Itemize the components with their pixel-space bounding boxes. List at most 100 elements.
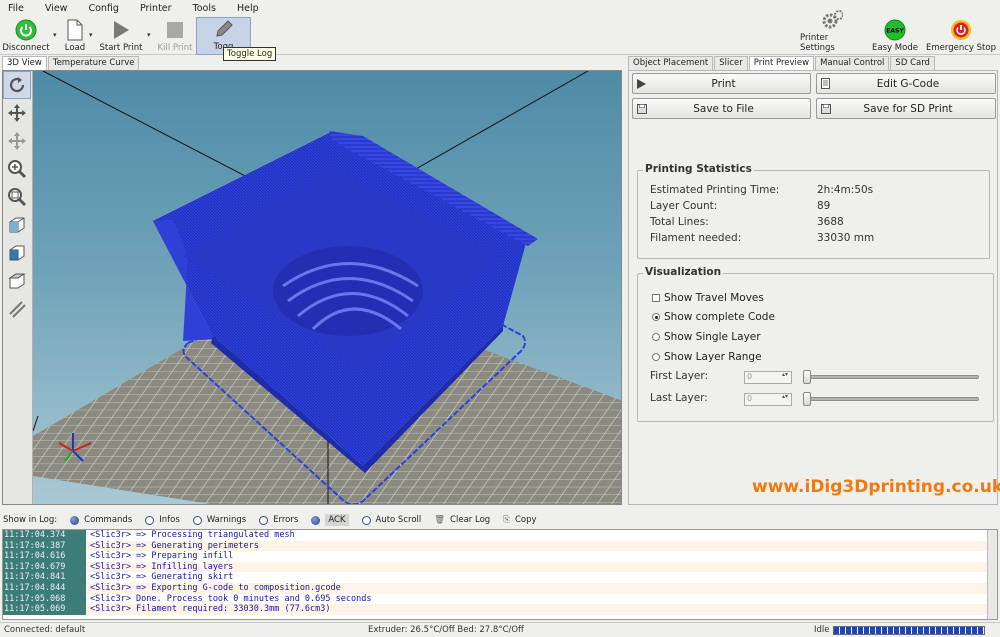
kill-print-button[interactable]: Kill Print bbox=[156, 17, 194, 55]
load-button[interactable]: Load bbox=[62, 17, 88, 55]
connection-status: Connected: default bbox=[4, 625, 86, 635]
move-icon[interactable] bbox=[3, 99, 31, 127]
toggle-off-icon bbox=[259, 515, 269, 525]
log-row: 11:17:04.616 <Slic3r> => Preparing infill bbox=[3, 551, 234, 562]
menu-file[interactable]: File bbox=[4, 3, 28, 14]
tab-slicer[interactable]: Slicer bbox=[714, 56, 748, 70]
easy-mode-icon: EASY bbox=[884, 19, 906, 41]
print-preview-scene bbox=[33, 71, 621, 504]
play-icon bbox=[637, 78, 651, 89]
toggle-off-icon bbox=[192, 515, 202, 525]
show-single-layer-radio[interactable]: Show Single Layer bbox=[652, 331, 761, 343]
clear-log-button[interactable]: 🗑 Clear Log bbox=[434, 515, 490, 525]
easy-mode-button[interactable]: EASY Easy Mode bbox=[869, 17, 921, 55]
tab-sd-card[interactable]: SD Card bbox=[890, 56, 935, 70]
slider-thumb[interactable] bbox=[803, 370, 811, 384]
idle-status: Idle bbox=[814, 625, 830, 635]
zoom-fit-icon[interactable] bbox=[3, 183, 31, 211]
edit-gcode-button[interactable]: Edit G-Code bbox=[816, 73, 996, 94]
menu-tools[interactable]: Tools bbox=[189, 3, 220, 14]
log-filter-bar: Show in Log: Commands Infos Warnings Err… bbox=[0, 511, 1000, 529]
log-infos-toggle[interactable]: Infos bbox=[145, 515, 180, 525]
3d-viewport[interactable] bbox=[2, 70, 622, 505]
right-panel: Object Placement Slicer Print Preview Ma… bbox=[628, 56, 998, 505]
view-tabs: 3D View Temperature Curve bbox=[2, 56, 140, 70]
gears-icon bbox=[821, 9, 843, 31]
play-icon bbox=[110, 19, 132, 41]
radio-icon bbox=[652, 353, 660, 361]
iso-view-icon[interactable] bbox=[3, 211, 31, 239]
log-row: 11:17:04.679 <Slic3r> => Infilling layers bbox=[3, 561, 997, 573]
last-layer-slider[interactable] bbox=[803, 392, 979, 406]
log-ack-toggle[interactable]: ACK bbox=[311, 514, 349, 526]
front-view-icon[interactable] bbox=[3, 239, 31, 267]
save-icon bbox=[821, 103, 835, 114]
tab-manual-control[interactable]: Manual Control bbox=[815, 56, 890, 70]
menu-config[interactable]: Config bbox=[84, 3, 122, 14]
show-travel-moves-checkbox[interactable]: Show Travel Moves bbox=[652, 292, 764, 304]
temperature-status: Extruder: 26.5°C/Off Bed: 27.8°C/Off bbox=[368, 625, 524, 635]
log-row: 11:17:05.068 <Slic3r> Done. Process took … bbox=[3, 593, 372, 605]
copy-button[interactable]: ⎘ Copy bbox=[503, 515, 536, 525]
radio-selected-icon bbox=[652, 313, 660, 321]
save-to-file-button[interactable]: Save to File bbox=[632, 98, 811, 119]
rotate-icon[interactable] bbox=[3, 71, 31, 99]
show-layer-range-radio[interactable]: Show Layer Range bbox=[652, 351, 762, 363]
save-sd-print-button[interactable]: Save for SD Print bbox=[816, 98, 996, 119]
log-commands-toggle[interactable]: Commands bbox=[70, 515, 132, 525]
load-dropdown-icon[interactable]: ▾ bbox=[89, 31, 93, 39]
tab-print-preview[interactable]: Print Preview bbox=[748, 56, 815, 70]
log-scrollbar[interactable] bbox=[987, 530, 997, 619]
log-row: 11:17:04.374 <Slic3r> => Processing trian… bbox=[3, 530, 295, 541]
log-autoscroll-toggle[interactable]: Auto Scroll bbox=[361, 515, 421, 525]
top-view-icon[interactable] bbox=[3, 267, 31, 295]
first-layer-label: First Layer: bbox=[650, 370, 709, 382]
tab-3d-view[interactable]: 3D View bbox=[2, 56, 47, 70]
toggle-on-icon bbox=[311, 515, 321, 525]
log-row: 11:17:04.387 <Slic3r> => Generating perim… bbox=[3, 540, 997, 552]
log-warnings-toggle[interactable]: Warnings bbox=[192, 515, 246, 525]
checkbox-icon bbox=[652, 294, 660, 302]
view-toolbar bbox=[3, 71, 33, 504]
first-layer-spinner[interactable]: 0 bbox=[744, 371, 792, 384]
visualization-title: Visualization bbox=[643, 266, 724, 278]
document-icon bbox=[821, 78, 835, 89]
log-errors-toggle[interactable]: Errors bbox=[259, 515, 298, 525]
emergency-stop-button[interactable]: Emergency Stop bbox=[925, 17, 997, 55]
disconnect-button[interactable]: Disconnect bbox=[2, 17, 50, 55]
last-layer-spinner[interactable]: 0 bbox=[744, 393, 792, 406]
radio-icon bbox=[652, 333, 660, 341]
print-button[interactable]: Print bbox=[632, 73, 811, 94]
printer-settings-button[interactable]: Printer Settings bbox=[800, 10, 864, 55]
menu-help[interactable]: Help bbox=[233, 3, 263, 14]
show-in-log-label: Show in Log: bbox=[3, 515, 58, 525]
parallel-lines-icon[interactable] bbox=[3, 295, 31, 323]
log-row: 11:17:04.841 <Slic3r> => Generating skirt bbox=[3, 572, 234, 583]
printing-statistics-title: Printing Statistics bbox=[643, 163, 754, 175]
slider-thumb[interactable] bbox=[803, 392, 811, 406]
log-row: 11:17:04.844 <Slic3r> => Exporting G-code… bbox=[3, 582, 997, 594]
pencil-icon bbox=[213, 18, 235, 40]
disconnect-dropdown-icon[interactable]: ▾ bbox=[53, 31, 57, 39]
tab-object-placement[interactable]: Object Placement bbox=[628, 56, 714, 70]
printing-statistics-group: Printing Statistics Estimated Printing T… bbox=[637, 163, 990, 259]
move-object-icon[interactable] bbox=[3, 127, 31, 155]
total-lines-value: 3688 bbox=[817, 216, 844, 228]
first-layer-slider[interactable] bbox=[803, 370, 979, 384]
last-layer-label: Last Layer: bbox=[650, 392, 708, 404]
emergency-stop-icon bbox=[950, 19, 972, 41]
menu-printer[interactable]: Printer bbox=[136, 3, 176, 14]
log-panel[interactable]: 11:17:04.374 <Slic3r> => Processing trian… bbox=[2, 529, 998, 620]
status-bar: Connected: default Extruder: 26.5°C/Off … bbox=[0, 622, 1000, 637]
estimated-time-value: 2h:4m:50s bbox=[817, 184, 874, 196]
easy-badge-text: EASY bbox=[886, 28, 904, 35]
start-print-dropdown-icon[interactable]: ▾ bbox=[147, 31, 151, 39]
visualization-group: Visualization Show Travel Moves Show com… bbox=[637, 266, 994, 422]
start-print-button[interactable]: Start Print bbox=[98, 17, 144, 55]
stop-icon bbox=[164, 19, 186, 41]
log-row: 11:17:05.069 <Slic3r> Filament required: … bbox=[3, 604, 997, 615]
show-complete-code-radio[interactable]: Show complete Code bbox=[652, 311, 775, 323]
menu-view[interactable]: View bbox=[41, 3, 72, 14]
zoom-in-icon[interactable] bbox=[3, 155, 31, 183]
tab-temperature-curve[interactable]: Temperature Curve bbox=[47, 56, 140, 70]
